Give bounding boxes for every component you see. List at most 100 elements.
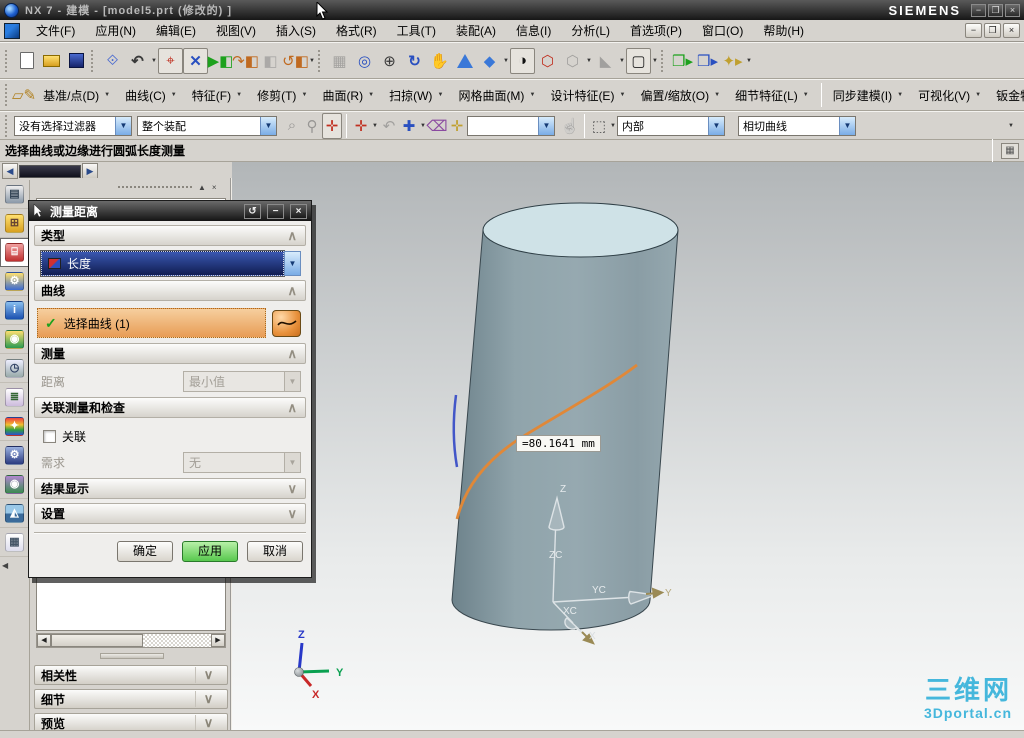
toolbar-grip[interactable] [5,84,7,106]
toolbar-grip[interactable] [5,115,9,137]
mdi-restore-button[interactable]: ❐ [984,23,1001,38]
menu-tools[interactable]: 工具(T) [387,19,446,42]
scene-icon[interactable]: ◭ [0,499,29,528]
ok-button[interactable]: 确定 [117,541,173,562]
pan-icon[interactable]: ✋ [427,48,452,74]
replay-icon[interactable]: ↺◧ [283,48,308,74]
trim-menu[interactable]: 修剪(T)▼ [250,85,315,106]
scene-light-icon[interactable]: ◣ [593,48,618,74]
inside-select[interactable]: 内部▼ [617,116,725,136]
constraint-navigator-icon[interactable]: ⊞ [0,209,29,238]
save-icon[interactable] [64,48,89,74]
chevron-up-icon[interactable]: ∧ [287,346,299,362]
web-browser-icon[interactable]: i [0,296,29,325]
toolbar-grip[interactable] [318,50,322,72]
window-close-button[interactable]: × [1005,4,1020,17]
apply-button[interactable]: 应用 [182,541,238,562]
light-dropdown-caret[interactable]: ▼ [618,58,626,64]
isometric-view-icon[interactable]: ◆ [477,48,502,74]
blank-select[interactable]: ▼ [467,116,555,136]
chevron-down-icon[interactable]: ∨ [195,667,221,683]
panel-splitter[interactable] [100,653,164,659]
pager-slider[interactable] [19,165,81,178]
window-minimize-button[interactable]: − [971,4,986,17]
navigator-hscrollbar[interactable]: ◀ ▶ [36,633,226,648]
toolbar-grip[interactable] [5,50,9,72]
view-dropdown-caret[interactable]: ▼ [502,58,510,64]
rotate-view-icon[interactable]: ↻ [402,48,427,74]
snap-point-icon[interactable]: ✛ [322,113,342,139]
roles-icon[interactable]: ◉ [0,470,29,499]
marquee-dropdown-caret[interactable]: ▼ [609,123,617,129]
visualization-palette-icon[interactable]: ✦ [0,412,29,441]
system-materials-icon[interactable]: ◷ [0,354,29,383]
new-file-icon[interactable] [14,48,39,74]
chevron-down-icon[interactable]: ∨ [195,691,221,707]
chevron-down-icon[interactable]: ∨ [287,506,299,522]
touch-select-icon[interactable]: ☝ [560,113,580,139]
associative-checkbox[interactable] [43,430,56,443]
layout-options-icon[interactable]: ✦▸ [720,48,745,74]
layout-dropdown-caret[interactable]: ▼ [745,58,753,64]
toolbar3-overflow-caret[interactable]: ▼ [1007,123,1015,129]
play-forward-icon[interactable]: ▶◧ [208,48,233,74]
chevron-up-icon[interactable]: ∧ [287,283,299,299]
open-file-icon[interactable] [39,48,64,74]
perspective-icon[interactable] [452,48,477,74]
offset-scale-menu[interactable]: 偏置/缩放(O)▼ [633,85,728,106]
chevron-down-icon[interactable]: ∨ [287,481,299,497]
zoom-in-out-icon[interactable]: ⊕ [377,48,402,74]
graphics-viewport[interactable]: Z ZC YC Y XC X Z Y X =80.1641 mm 三维网 [232,162,1024,730]
reuse-library-icon[interactable]: ⚙ [0,267,29,296]
select-priority-icon[interactable]: ⚲ [302,113,322,139]
results-display-section-header[interactable]: 结果显示 ∨ [34,478,306,499]
measure-type-dropdown[interactable]: 长度 ▼ [41,251,301,276]
static-wireframe-icon[interactable]: ⬡ [560,48,585,74]
shaded-with-edges-icon[interactable]: ◑ [510,48,535,74]
measure-section-header[interactable]: 测量 ∧ [34,343,306,364]
measure-distance-dialog[interactable]: 测量距离 ↺ − × 类型 ∧ 长度 ▼ 曲线 ∧ ✓ 选择曲线 (1) [28,200,312,578]
find-component-icon[interactable]: ⌕ [282,113,302,139]
collapse-panel-icon[interactable]: ▲ [198,183,206,192]
point-dialog-icon[interactable]: ✛ [351,113,371,139]
resource-collapse-arrow[interactable]: ◀ [0,557,29,574]
feature-menu[interactable]: 特征(F)▼ [185,85,250,106]
menu-preferences[interactable]: 首选项(P) [620,19,692,42]
step-forward-icon[interactable]: ↷◧ [233,48,258,74]
mesh-surface-menu[interactable]: 网格曲面(M)▼ [451,85,543,106]
wireframe-icon[interactable]: ⬡ [535,48,560,74]
menu-help[interactable]: 帮助(H) [753,19,814,42]
curve-menu[interactable]: 曲线(C)▼ [118,85,185,106]
orient-view-icon[interactable]: ⟐ [100,48,125,74]
point-dropdown-caret[interactable]: ▼ [371,123,379,129]
selection-filter-select[interactable]: 没有选择过滤器▼ [14,116,132,136]
pager-right-button[interactable]: ▶ [82,163,98,179]
undo-icon[interactable]: ↶ [125,48,150,74]
details-section[interactable]: 细节 ∨ [34,689,228,709]
render-dropdown-caret[interactable]: ▼ [585,58,593,64]
menu-edit[interactable]: 编辑(E) [146,19,206,42]
design-feature-menu[interactable]: 设计特征(E)▼ [543,85,633,106]
undo-selection-icon[interactable]: ↶ [379,113,399,139]
process-studio-icon[interactable]: ≣ [0,383,29,412]
menu-analysis[interactable]: 分析(L) [561,19,620,42]
close-panel-icon[interactable]: × [212,183,217,192]
settings-section-header[interactable]: 设置 ∨ [34,503,306,524]
part-navigator-icon[interactable]: ⌸ [0,238,29,267]
csys-dynamics-icon[interactable]: ⌖ [158,48,183,74]
scroll-left-button[interactable]: ◀ [37,634,51,647]
dropdown-arrow-icon[interactable]: ▼ [284,251,301,276]
smart-point-icon[interactable]: ✛ [447,113,467,139]
open-layout-icon[interactable]: ❒▸ [695,48,720,74]
menu-file[interactable]: 文件(F) [26,19,85,42]
sketch-icon[interactable]: ▱✎ [12,82,36,108]
machine-tool-icon[interactable]: ⚙ [0,441,29,470]
menu-view[interactable]: 视图(V) [206,19,266,42]
mdi-close-button[interactable]: × [1003,23,1020,38]
menu-format[interactable]: 格式(R) [326,19,387,42]
new-layout-icon[interactable]: ❒▸ [670,48,695,74]
curve-selector-button[interactable] [272,310,301,337]
menu-assemblies[interactable]: 装配(A) [446,19,506,42]
history-icon[interactable]: ◉ [0,325,29,354]
sweep-menu[interactable]: 扫掠(W)▼ [382,85,451,106]
